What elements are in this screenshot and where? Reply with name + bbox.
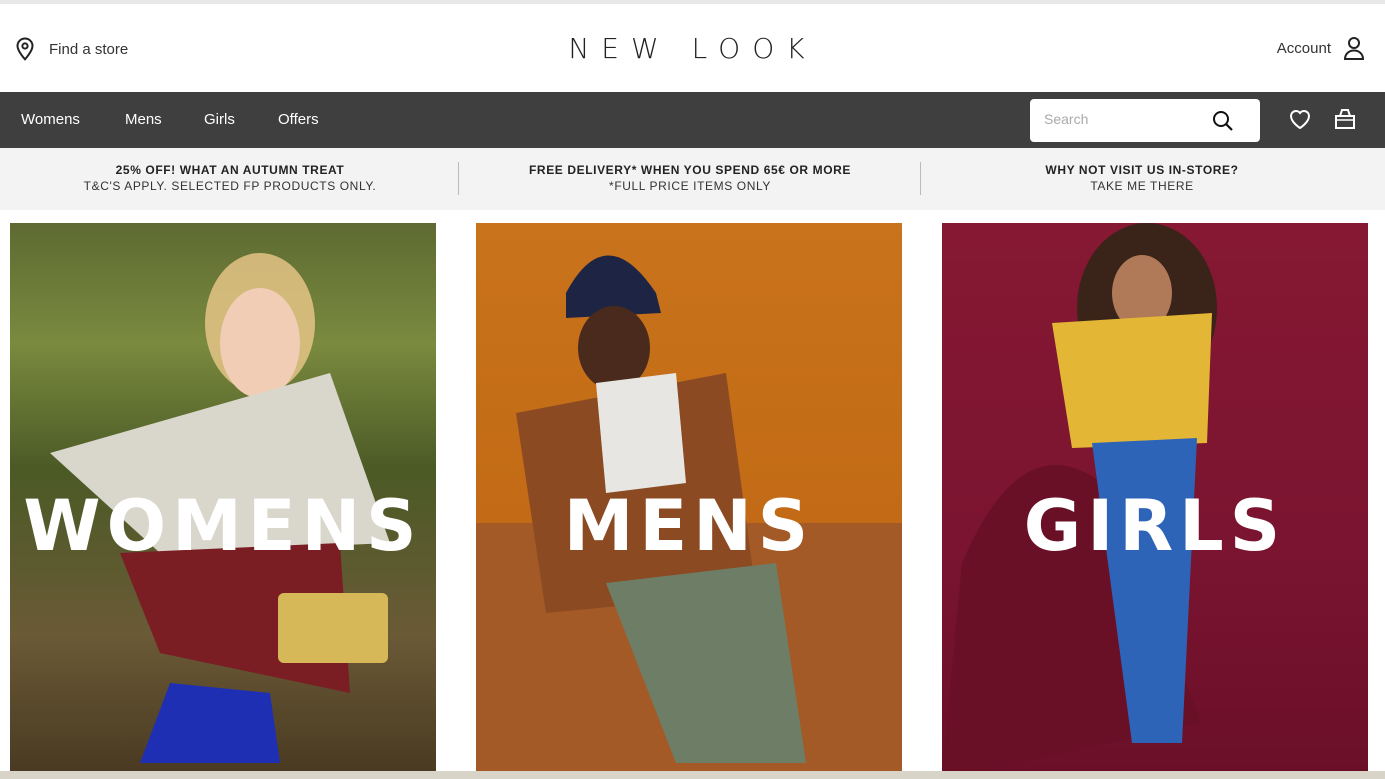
new-look-logo[interactable]: NEW LOOK bbox=[0, 32, 1385, 65]
main-nav: Womens Mens Girls Offers bbox=[0, 92, 1385, 148]
promo-free-delivery[interactable]: FREE DELIVERY* WHEN YOU SPEND 65€ OR MOR… bbox=[460, 163, 920, 193]
promo-visit-store[interactable]: WHY NOT VISIT US IN-STORE? TAKE ME THERE bbox=[920, 163, 1364, 193]
category-tile-womens[interactable]: WOMENS bbox=[10, 223, 436, 771]
promo-bar: 25% OFF! WHAT AN AUTUMN TREAT T&C'S APPL… bbox=[0, 148, 1385, 210]
bag-icon[interactable] bbox=[1334, 108, 1356, 130]
promo-title: 25% OFF! WHAT AN AUTUMN TREAT bbox=[115, 163, 345, 177]
account-label: Account bbox=[1276, 39, 1331, 57]
promo-subtitle: TAKE ME THERE bbox=[1090, 179, 1194, 193]
search-icon[interactable] bbox=[1212, 110, 1234, 132]
promo-autumn-sale[interactable]: 25% OFF! WHAT AN AUTUMN TREAT T&C'S APPL… bbox=[0, 163, 460, 193]
user-icon bbox=[1343, 37, 1365, 60]
promo-divider bbox=[458, 162, 459, 195]
taskbar bbox=[0, 771, 1385, 779]
tile-label-womens: WOMENS bbox=[23, 485, 423, 567]
tile-label-mens: MENS bbox=[563, 485, 815, 567]
account-link[interactable]: Account bbox=[1277, 36, 1365, 60]
promo-title: FREE DELIVERY* WHEN YOU SPEND 65€ OR MOR… bbox=[529, 163, 851, 177]
tile-label-girls: GIRLS bbox=[1023, 485, 1287, 567]
promo-subtitle: T&C'S APPLY. SELECTED FP PRODUCTS ONLY. bbox=[83, 179, 377, 193]
nav-item-mens[interactable]: Mens bbox=[125, 111, 162, 128]
promo-title: WHY NOT VISIT US IN-STORE? bbox=[1045, 163, 1239, 177]
heart-icon[interactable] bbox=[1288, 108, 1312, 130]
nav-item-offers[interactable]: Offers bbox=[278, 111, 319, 128]
search-input[interactable] bbox=[1044, 111, 1204, 127]
search-box bbox=[1030, 99, 1260, 142]
promo-subtitle: *FULL PRICE ITEMS ONLY bbox=[609, 179, 771, 193]
nav-item-womens[interactable]: Womens bbox=[21, 111, 80, 128]
category-tile-girls[interactable]: GIRLS bbox=[942, 223, 1368, 771]
nav-item-girls[interactable]: Girls bbox=[204, 111, 235, 128]
site-header: Find a store NEW LOOK Account bbox=[0, 4, 1385, 92]
category-tile-mens[interactable]: MENS bbox=[476, 223, 902, 771]
